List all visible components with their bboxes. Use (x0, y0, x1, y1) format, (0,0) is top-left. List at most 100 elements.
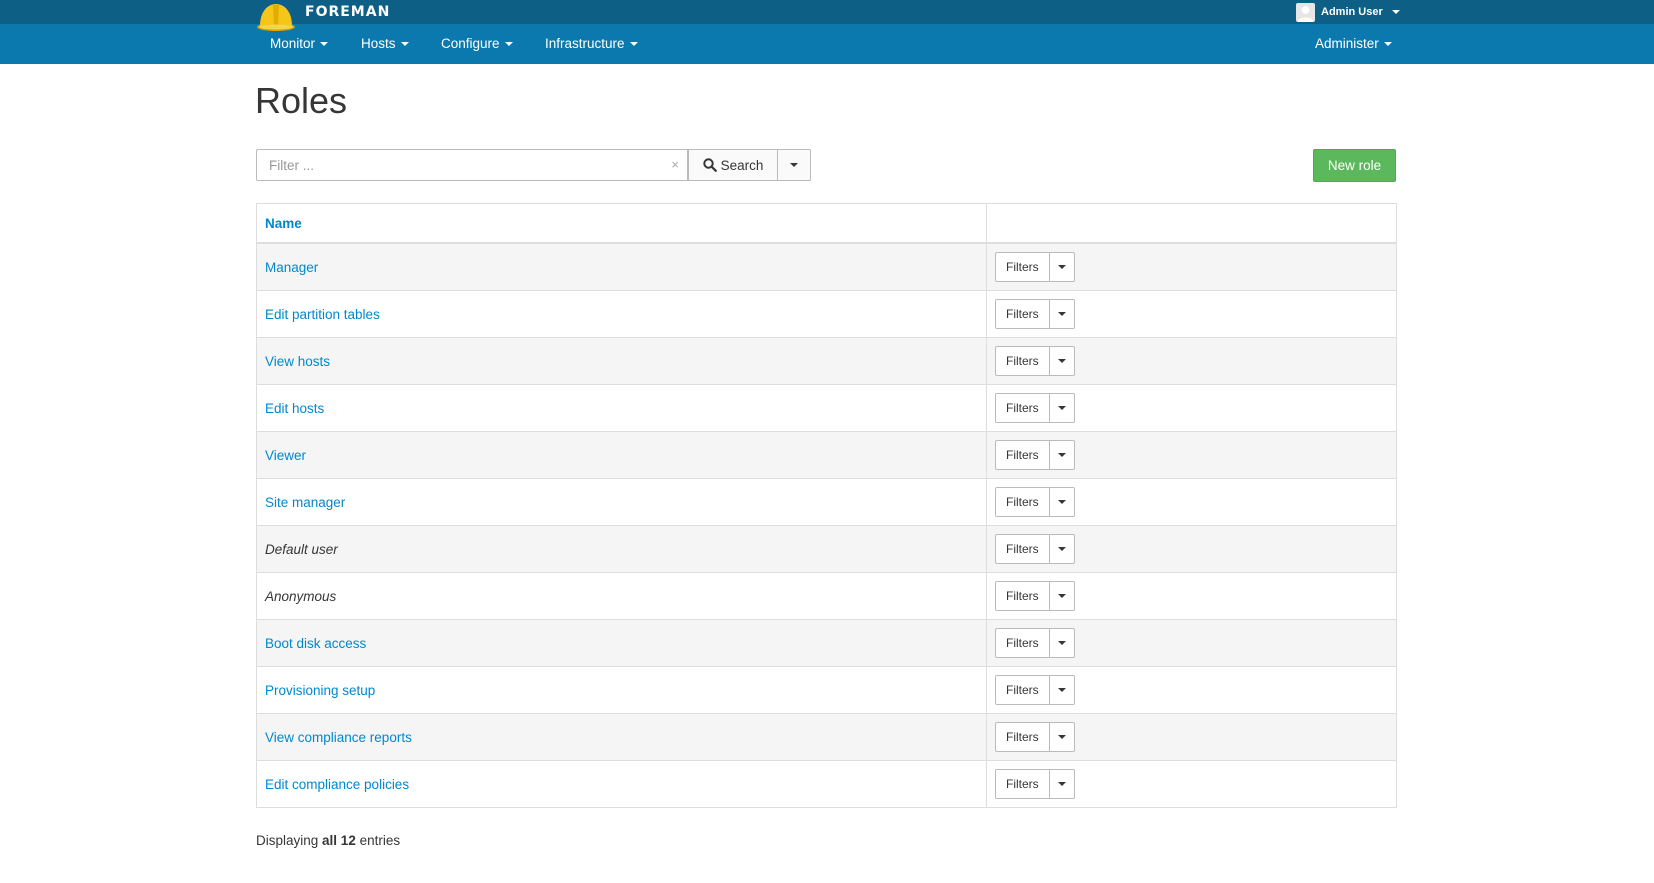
role-actions-cell: Filters (986, 384, 1397, 432)
caret-down-icon (1057, 594, 1066, 598)
pagination-summary: Displaying all 12 entries (256, 833, 401, 848)
actions-dropdown-toggle[interactable] (1049, 675, 1075, 705)
search-bookmarks-dropdown[interactable] (777, 149, 811, 181)
filters-button[interactable]: Filters (995, 299, 1050, 329)
page-title: Roles (255, 80, 348, 121)
role-name-link[interactable]: Edit compliance policies (265, 777, 409, 792)
role-actions-cell: Filters (986, 619, 1397, 667)
role-name-cell: Provisioning setup (256, 666, 987, 714)
column-header-name[interactable]: Name (256, 203, 987, 244)
caret-down-icon (1057, 735, 1066, 739)
table-row: View compliance reports Filters (256, 713, 1397, 761)
actions-dropdown-toggle[interactable] (1049, 581, 1075, 611)
role-name-text: Anonymous (265, 588, 337, 604)
filters-button-group: Filters (995, 769, 1075, 799)
user-menu[interactable]: Admin User (1296, 2, 1400, 22)
actions-dropdown-toggle[interactable] (1049, 534, 1075, 564)
search-icon (702, 158, 717, 172)
caret-down-icon (1057, 406, 1066, 410)
filters-button[interactable]: Filters (995, 769, 1050, 799)
actions-dropdown-toggle[interactable] (1049, 393, 1075, 423)
filters-button[interactable]: Filters (995, 722, 1050, 752)
caret-down-icon (1057, 641, 1066, 645)
entries-count: all 12 (322, 833, 356, 848)
actions-dropdown-toggle[interactable] (1049, 299, 1075, 329)
caret-down-icon (504, 42, 513, 47)
filters-button-group: Filters (995, 346, 1075, 376)
caret-down-icon (1057, 500, 1066, 504)
actions-dropdown-toggle[interactable] (1049, 628, 1075, 658)
filters-button[interactable]: Filters (995, 581, 1050, 611)
filters-button[interactable]: Filters (995, 675, 1050, 705)
table-row: Edit partition tables Filters (256, 290, 1397, 338)
role-actions-cell: Filters (986, 666, 1397, 714)
clear-icon[interactable]: × (671, 157, 679, 172)
filters-button-group: Filters (995, 252, 1075, 282)
actions-dropdown-toggle[interactable] (1049, 722, 1075, 752)
top-bar (0, 0, 1654, 24)
role-name-cell: Edit partition tables (256, 290, 987, 338)
role-name-link[interactable]: Viewer (265, 448, 306, 463)
role-actions-cell: Filters (986, 290, 1397, 338)
role-name-link[interactable]: Provisioning setup (265, 683, 375, 698)
actions-dropdown-toggle[interactable] (1049, 440, 1075, 470)
brand-name[interactable]: FOREMAN (305, 4, 390, 20)
role-name-text: Default user (265, 541, 338, 557)
filters-button[interactable]: Filters (995, 440, 1050, 470)
actions-dropdown-toggle[interactable] (1049, 769, 1075, 799)
search-button[interactable]: Search (688, 149, 778, 181)
role-name-link[interactable]: View compliance reports (265, 730, 412, 745)
role-name-link[interactable]: Manager (265, 260, 318, 275)
actions-dropdown-toggle[interactable] (1049, 252, 1075, 282)
caret-down-icon (1057, 359, 1066, 363)
actions-dropdown-toggle[interactable] (1049, 346, 1075, 376)
role-actions-cell: Filters (986, 478, 1397, 526)
filters-button-group: Filters (995, 487, 1075, 517)
filters-button[interactable]: Filters (995, 628, 1050, 658)
table-row: Edit hosts Filters (256, 384, 1397, 432)
filters-button-group: Filters (995, 440, 1075, 470)
nav-configure[interactable]: Configure (441, 24, 513, 64)
role-actions-cell: Filters (986, 242, 1397, 291)
filters-button[interactable]: Filters (995, 252, 1050, 282)
role-name-link[interactable]: Edit hosts (265, 401, 324, 416)
actions-dropdown-toggle[interactable] (1049, 487, 1075, 517)
caret-down-icon (320, 42, 329, 47)
filters-button[interactable]: Filters (995, 393, 1050, 423)
table-row: Site manager Filters (256, 478, 1397, 526)
search-button-label: Search (720, 157, 764, 173)
role-actions-cell: Filters (986, 713, 1397, 761)
nav-monitor[interactable]: Monitor (270, 24, 329, 64)
role-name-link[interactable]: Site manager (265, 495, 345, 510)
caret-down-icon (1057, 312, 1066, 316)
role-actions-cell: Filters (986, 760, 1397, 808)
role-name-link[interactable]: View hosts (265, 354, 330, 369)
table-header-row: Name (256, 203, 1397, 244)
filters-button[interactable]: Filters (995, 487, 1050, 517)
nav-infrastructure[interactable]: Infrastructure (545, 24, 638, 64)
search-input[interactable] (257, 150, 661, 180)
nav-administer[interactable]: Administer (1315, 24, 1392, 64)
new-role-button[interactable]: New role (1313, 149, 1396, 182)
role-name-link[interactable]: Edit partition tables (265, 307, 380, 322)
role-name-cell: Edit hosts (256, 384, 987, 432)
role-name-cell: Viewer (256, 431, 987, 479)
role-actions-cell: Filters (986, 431, 1397, 479)
filters-button-group: Filters (995, 675, 1075, 705)
table-row: Manager Filters (256, 242, 1397, 291)
caret-down-icon (1057, 688, 1066, 692)
table-row: Edit compliance policies Filters (256, 760, 1397, 808)
filters-button[interactable]: Filters (995, 534, 1050, 564)
table-row: Provisioning setup Filters (256, 666, 1397, 714)
role-actions-cell: Filters (986, 572, 1397, 620)
search-box: × (256, 149, 688, 181)
role-actions-cell: Filters (986, 525, 1397, 573)
nav-hosts[interactable]: Hosts (361, 24, 409, 64)
chevron-down-icon (1391, 10, 1400, 14)
role-name-cell: Manager (256, 242, 987, 291)
filters-button-group: Filters (995, 299, 1075, 329)
table-row: Default user Filters (256, 525, 1397, 573)
column-header-actions (986, 203, 1397, 244)
filters-button[interactable]: Filters (995, 346, 1050, 376)
role-name-link[interactable]: Boot disk access (265, 636, 366, 651)
